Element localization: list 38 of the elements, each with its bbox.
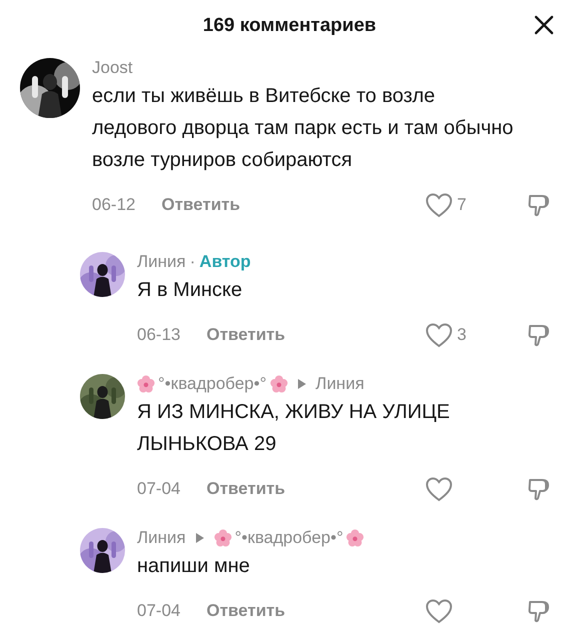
flower-icon [346,529,364,547]
username[interactable]: Линия [137,528,186,548]
username[interactable]: Линия [137,252,186,272]
reply-link[interactable]: Ответить [206,479,286,499]
like-count: 3 [457,325,468,345]
thumbs-down-icon[interactable] [527,476,551,502]
username[interactable]: °•квадробер•° [234,528,344,548]
comment-date: 06-12 [92,195,136,215]
username[interactable]: Joost [92,58,133,78]
author-label: Автор [199,252,251,272]
username[interactable]: Линия [316,374,364,394]
caret-icon [196,533,204,543]
comment-date: 07-04 [137,479,180,499]
heart-icon[interactable] [425,322,453,348]
heart-icon[interactable] [425,192,453,218]
reply-link[interactable]: Ответить [206,325,286,345]
comment-text: Я в Минске [137,278,244,303]
comment-text: если ты живёшь в Витебске то возле ледового дворца там парк есть и там обычно возле турниров собираются [92,84,514,173]
comment-date: 07-04 [137,601,180,621]
thumbs-down-icon[interactable] [527,322,551,348]
heart-icon[interactable] [425,476,453,502]
username[interactable]: °•квадробер•° [158,374,267,394]
reply-link[interactable]: Ответить [206,601,286,621]
like-count: 7 [457,195,468,215]
thumbs-down-icon[interactable] [527,598,551,624]
thumbs-down-icon[interactable] [527,192,551,218]
flower-icon [270,375,288,393]
comment-date: 06-13 [137,325,180,345]
caret-icon [298,379,306,389]
reply-link[interactable]: Ответить [161,195,240,215]
comment-text: Я ИЗ МИНСКА, ЖИВУ НА УЛИЦЕ ЛЫНЬКОВА 29 [137,400,451,457]
flower-icon [214,529,232,547]
flower-icon [137,375,155,393]
separator: · [190,252,196,272]
close-icon[interactable] [534,15,554,35]
comment-text: напиши мне [137,554,251,579]
heart-icon[interactable] [425,598,453,624]
comments-title: 169 комментариев [202,15,376,37]
